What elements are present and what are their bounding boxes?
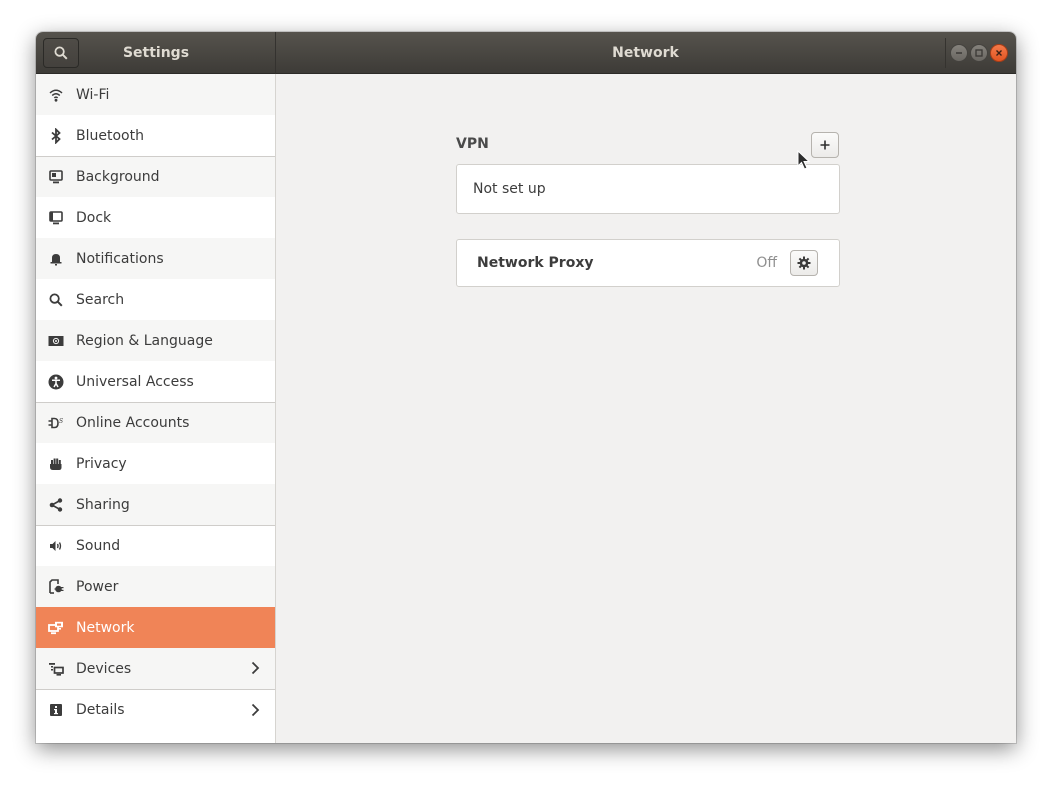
sidebar-item-label: Wi-Fi: [76, 86, 110, 103]
sidebar-item-background[interactable]: Background: [36, 156, 275, 197]
sidebar-item-label: Details: [76, 702, 125, 718]
header-bar: Settings Network: [36, 32, 1016, 74]
minimize-icon: [956, 52, 962, 54]
sidebar-item-region-language[interactable]: Region & Language: [36, 320, 275, 361]
search-icon: [49, 293, 63, 307]
gear-icon: [797, 256, 811, 270]
chevron-right-icon: [251, 661, 260, 675]
sidebar-item-universal-access[interactable]: Universal Access: [36, 361, 275, 402]
close-button[interactable]: [990, 44, 1008, 62]
sidebar-item-label: Devices: [76, 660, 132, 677]
sidebar-item-label: Online Accounts: [76, 415, 190, 431]
sidebar-item-search[interactable]: Search: [36, 279, 275, 320]
settings-window: Settings Network Wi-Fi Bluetooth Backgro…: [36, 32, 1016, 743]
sidebar-item-label: Background: [76, 169, 160, 185]
svg-text:S: S: [59, 418, 63, 425]
sidebar-item-sharing[interactable]: Sharing: [36, 484, 275, 525]
flag-icon: [48, 335, 64, 346]
sidebar-item-label: Search: [76, 291, 125, 308]
close-icon: [996, 50, 1002, 56]
maximize-button[interactable]: [970, 44, 988, 62]
sidebar-item-wifi[interactable]: Wi-Fi: [36, 74, 275, 115]
sidebar-item-online-accounts[interactable]: S Online Accounts: [36, 402, 275, 443]
search-icon: [54, 46, 68, 60]
plus-icon: [820, 140, 830, 150]
bluetooth-icon: [51, 127, 61, 144]
sidebar-item-label: Network: [76, 619, 135, 636]
sidebar-item-sound[interactable]: Sound: [36, 525, 275, 566]
header-separator: [945, 38, 946, 68]
accessibility-icon: [48, 374, 64, 389]
sidebar-title: Settings: [122, 45, 190, 61]
sidebar-item-label: Sharing: [76, 496, 130, 513]
sidebar-item-label: Sound: [76, 538, 121, 554]
share-icon: [49, 497, 63, 512]
dock-icon: [49, 210, 63, 224]
add-vpn-button[interactable]: [811, 132, 839, 158]
maximize-icon: [975, 49, 983, 57]
sidebar-item-label: Universal Access: [76, 373, 194, 390]
sidebar: Wi-Fi Bluetooth Background Dock Notifica…: [36, 74, 276, 743]
speaker-icon: [50, 541, 62, 551]
network-proxy-state: Off: [756, 255, 777, 271]
info-icon: [50, 704, 62, 716]
hand-icon: [50, 458, 62, 470]
wifi-icon: [49, 89, 63, 102]
minimize-button[interactable]: [950, 44, 968, 62]
sidebar-item-label: Bluetooth: [76, 127, 144, 144]
power-plug-icon: [49, 578, 64, 594]
sidebar-item-label: Privacy: [76, 455, 127, 472]
network-proxy-row[interactable]: Network Proxy Off: [456, 239, 840, 287]
network-proxy-settings-button[interactable]: [790, 250, 818, 276]
vpn-list: Not set up: [456, 164, 840, 214]
devices-icon: [49, 662, 64, 676]
sidebar-item-label: Power: [76, 578, 119, 595]
page-title: Network: [612, 45, 679, 61]
bell-icon: [50, 253, 62, 265]
sidebar-item-power[interactable]: Power: [36, 566, 275, 607]
vpn-status: Not set up: [473, 181, 546, 197]
vpn-section-title: VPN: [456, 136, 489, 152]
sidebar-item-network[interactable]: Network: [36, 607, 275, 648]
sidebar-item-privacy[interactable]: Privacy: [36, 443, 275, 484]
sidebar-item-devices[interactable]: Devices: [36, 648, 275, 689]
network-icon: [48, 621, 63, 634]
page-header: Network: [276, 32, 1016, 74]
sidebar-header: Settings: [36, 32, 276, 74]
sidebar-item-notifications[interactable]: Notifications: [36, 238, 275, 279]
network-panel: VPN Not set up Network Proxy Off: [277, 74, 1016, 743]
network-proxy-label: Network Proxy: [477, 255, 594, 271]
sidebar-item-bluetooth[interactable]: Bluetooth: [36, 115, 275, 156]
chevron-right-icon: [251, 703, 260, 717]
online-accounts-icon: S: [48, 417, 63, 429]
sidebar-item-details[interactable]: Details: [36, 689, 275, 730]
sidebar-item-label: Region & Language: [76, 332, 213, 349]
search-button[interactable]: [43, 38, 79, 68]
window-controls: [950, 44, 1008, 62]
sidebar-item-dock[interactable]: Dock: [36, 197, 275, 238]
sidebar-item-label: Notifications: [76, 250, 164, 267]
background-icon: [49, 170, 63, 184]
sidebar-item-label: Dock: [76, 209, 112, 226]
